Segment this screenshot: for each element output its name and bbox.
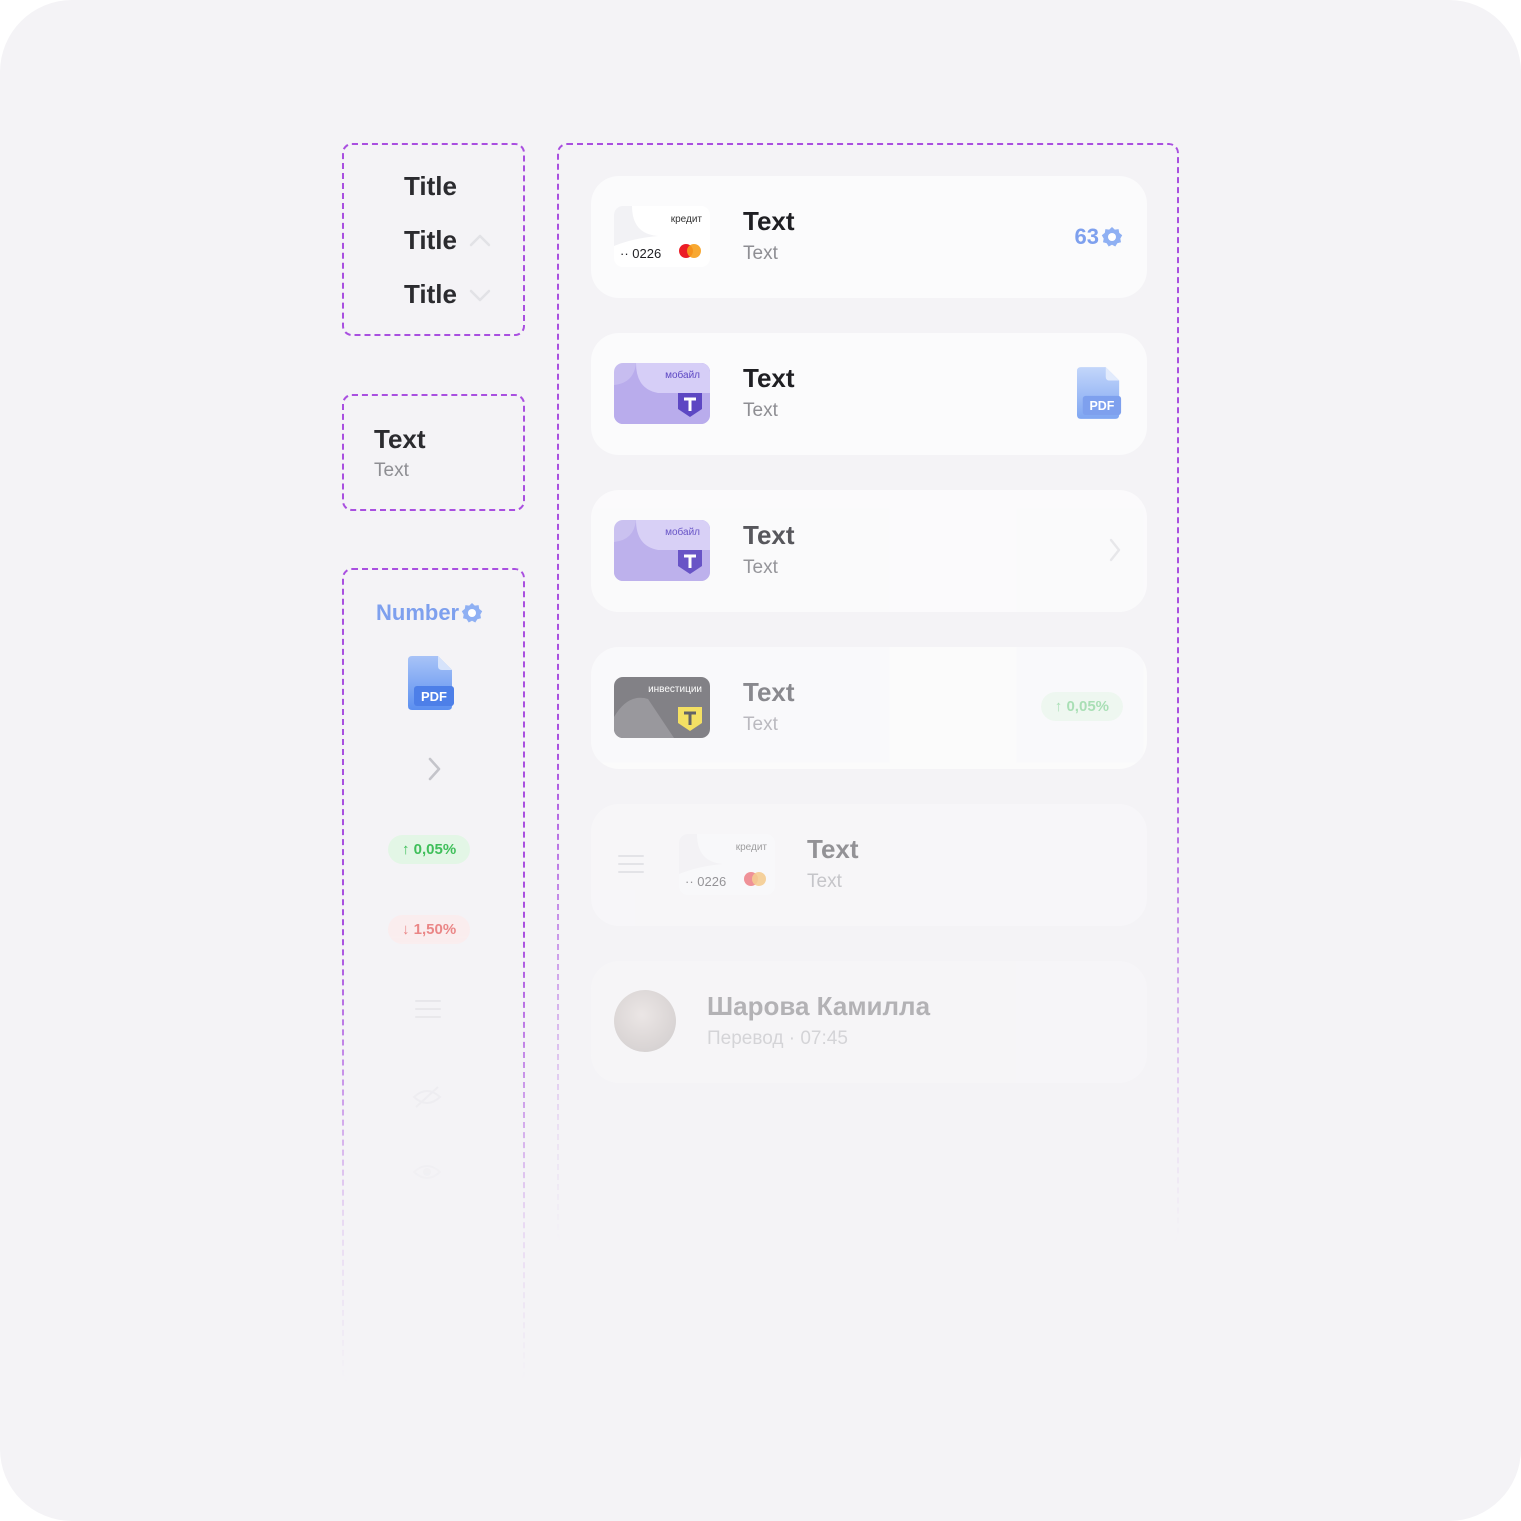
card-subtitle: Text [743, 557, 778, 578]
pdf-file-icon[interactable]: PDF [1077, 367, 1123, 419]
list-item-reorder[interactable]: кредит ·· 0226 Text Text [591, 804, 1147, 926]
card-title: Text [743, 520, 795, 550]
chevron-right-icon[interactable] [424, 755, 444, 783]
card-label: кредит [670, 214, 702, 225]
verified-icon [1101, 227, 1123, 247]
title-row[interactable]: Title [404, 171, 457, 202]
title-label: Title [404, 171, 457, 201]
drag-handle-icon[interactable] [617, 853, 645, 875]
chevron-down-icon[interactable] [467, 282, 493, 308]
card-title: Text [743, 363, 795, 393]
list-item-mobile-chevron[interactable]: мобайл Text Text [591, 490, 1147, 612]
contact-name: Шарова Камилла [707, 991, 931, 1021]
number-value: 63 [1074, 224, 1099, 249]
card-subtitle: Text [807, 871, 842, 892]
credit-card-thumb: кредит ·· 0226 [614, 206, 710, 267]
credit-card-thumb: кредит ·· 0226 [679, 834, 775, 895]
title-label: Title [404, 225, 457, 255]
card-subtitle: Text [743, 243, 778, 264]
title-row-expandable[interactable]: Title [404, 279, 493, 310]
text-subtitle: Text [374, 460, 409, 481]
number-accessory: Number [376, 600, 483, 626]
card-label: инвестиции [648, 684, 702, 695]
card-label: мобайл [665, 370, 700, 381]
card-subtitle: Text [743, 400, 778, 421]
list-item-credit[interactable]: кредит ·· 0226 Text Text 63 [591, 176, 1147, 298]
title-label: Title [404, 279, 457, 309]
verified-icon [461, 603, 483, 623]
badge-down: ↓ 1,50% [388, 915, 471, 944]
list-item-mobile-pdf[interactable]: мобайл Text Text PDF [591, 333, 1147, 455]
number-label: Number [376, 600, 460, 625]
mastercard-icon [679, 244, 701, 258]
list-item-invest[interactable]: инвестиции Text Text ↑ 0,05% [591, 647, 1147, 769]
list-item-contact[interactable]: Шарова Камилла Перевод · 07:45 [591, 961, 1147, 1083]
card-label: кредит [735, 842, 767, 853]
chevron-right-icon[interactable] [1107, 536, 1123, 564]
card-title: Text [743, 677, 795, 707]
card-title: Text [743, 206, 795, 236]
card-number: ·· 0226 [620, 246, 662, 261]
eye-icon[interactable] [412, 1160, 442, 1184]
card-number: ·· 0226 [685, 874, 727, 889]
pdf-label: PDF [421, 689, 447, 704]
badge-up: ↑ 0,05% [1040, 692, 1123, 721]
badge-up: ↑ 0,05% [388, 835, 471, 864]
card-title: Text [807, 834, 859, 864]
mobile-card-thumb: мобайл [614, 363, 710, 424]
title-row-collapsible[interactable]: Title [404, 225, 493, 256]
number-accessory: 63 [1075, 224, 1123, 250]
chevron-up-icon[interactable] [467, 228, 493, 254]
mobile-card-thumb: мобайл [614, 520, 710, 581]
menu-lines-icon[interactable] [414, 998, 442, 1020]
canvas: Title Title Title Text Text Number PDF ↑… [0, 0, 1521, 1521]
pdf-file-icon[interactable]: PDF [408, 656, 456, 710]
eye-off-icon[interactable] [412, 1085, 442, 1109]
text-box: Text Text [342, 394, 525, 511]
pdf-label: PDF [1089, 399, 1114, 413]
avatar [614, 990, 676, 1052]
card-label: мобайл [665, 527, 700, 538]
mastercard-icon [744, 872, 766, 886]
titles-box: Title Title Title [342, 143, 525, 336]
card-subtitle: Text [743, 714, 778, 735]
text-title: Text [374, 424, 426, 454]
accessories-box: Number PDF ↑ 0,05% ↓ 1,50% [342, 568, 525, 1383]
invest-card-thumb: инвестиции [614, 677, 710, 738]
contact-subtitle: Перевод · 07:45 [707, 1028, 848, 1049]
